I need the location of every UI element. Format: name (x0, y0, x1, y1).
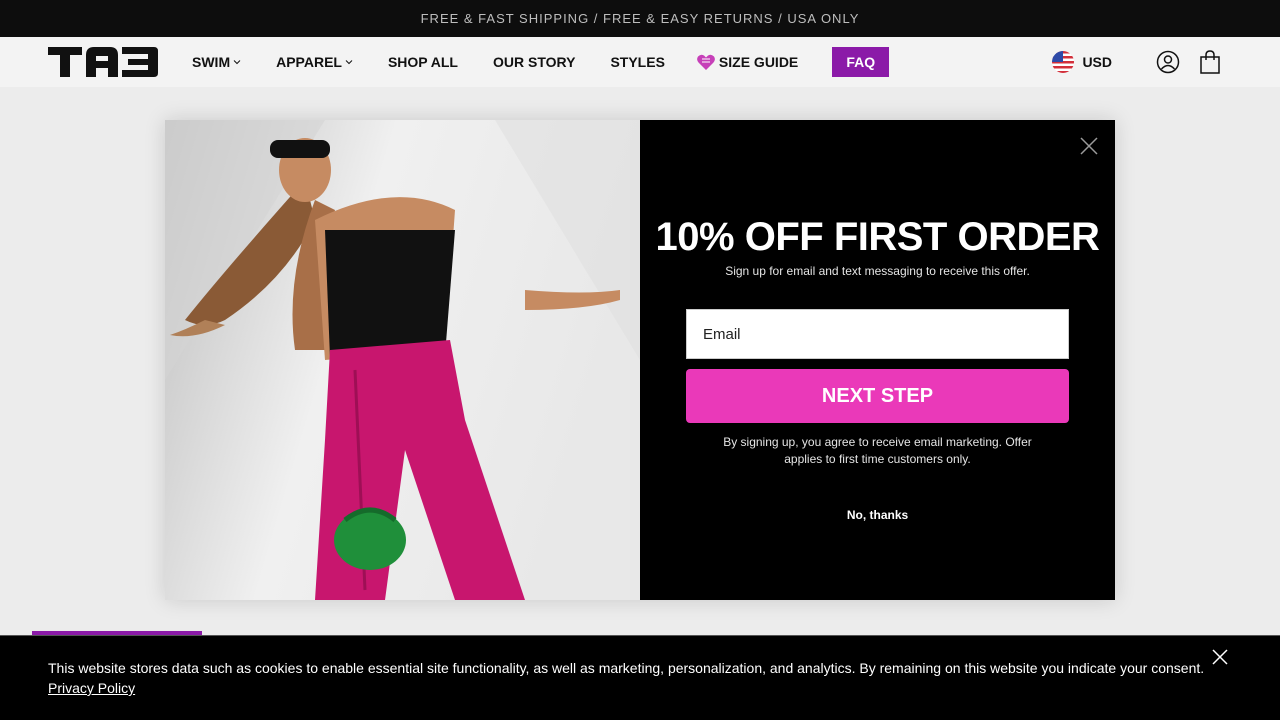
nav-swim-label: SWIM (192, 54, 231, 70)
signup-panel: 10% OFF FIRST ORDER Sign up for email an… (640, 120, 1115, 600)
close-icon[interactable] (1079, 136, 1099, 156)
main-nav: SWIM APPAREL SHOP ALL OUR STORY STYLES S… (192, 37, 890, 87)
promo-image (165, 120, 640, 600)
nav-faq-label: FAQ (846, 54, 876, 70)
model-photo-illustration (165, 120, 640, 600)
decline-link[interactable]: No, thanks (640, 508, 1115, 522)
email-field[interactable] (686, 309, 1069, 359)
nav-styles-label: STYLES (610, 54, 665, 70)
nav-swim[interactable]: SWIM (192, 54, 241, 70)
next-step-button[interactable]: NEXT STEP (686, 369, 1069, 423)
cookie-text: This website stores data such as cookies… (48, 660, 1205, 676)
us-flag-icon[interactable] (1052, 51, 1075, 73)
nav-size-guide-label: SIZE GUIDE (718, 54, 799, 70)
heart-icon (697, 54, 715, 70)
brand-logo[interactable] (48, 47, 158, 77)
cookie-message: This website stores data such as cookies… (48, 658, 1208, 698)
offer-subhead: Sign up for email and text messaging to … (725, 264, 1030, 278)
cart-icon[interactable] (1198, 50, 1222, 74)
nav-apparel[interactable]: APPAREL (276, 54, 353, 70)
nav-our-story[interactable]: OUR STORY (493, 54, 575, 70)
chevron-down-icon (345, 60, 353, 65)
cookie-banner: This website stores data such as cookies… (0, 635, 1280, 720)
nav-shop-all-label: SHOP ALL (387, 54, 458, 70)
currency-selector[interactable]: USD (1082, 54, 1112, 70)
chevron-down-icon (233, 60, 241, 65)
header-utilities: USD (1052, 37, 1222, 87)
nav-faq-button[interactable]: FAQ (832, 47, 890, 77)
signup-modal: 10% OFF FIRST ORDER Sign up for email an… (165, 120, 1115, 600)
nav-our-story-label: OUR STORY (492, 54, 576, 70)
nav-size-guide[interactable]: SIZE GUIDE (696, 52, 798, 72)
nav-shop-all[interactable]: SHOP ALL (388, 54, 458, 70)
offer-headline: 10% OFF FIRST ORDER (655, 215, 1100, 259)
close-icon[interactable] (1212, 649, 1228, 665)
account-icon[interactable] (1156, 50, 1180, 74)
site-header: SWIM APPAREL SHOP ALL OUR STORY STYLES S… (0, 37, 1280, 87)
signup-disclaimer: By signing up, you agree to receive emai… (723, 435, 1032, 466)
announcement-bar: FREE & FAST SHIPPING / FREE & EASY RETUR… (0, 0, 1280, 37)
privacy-policy-link[interactable]: Privacy Policy (48, 678, 135, 698)
nav-apparel-label: APPAREL (276, 54, 342, 70)
nav-styles[interactable]: STYLES (610, 54, 664, 70)
announcement-text: FREE & FAST SHIPPING / FREE & EASY RETUR… (420, 11, 860, 26)
